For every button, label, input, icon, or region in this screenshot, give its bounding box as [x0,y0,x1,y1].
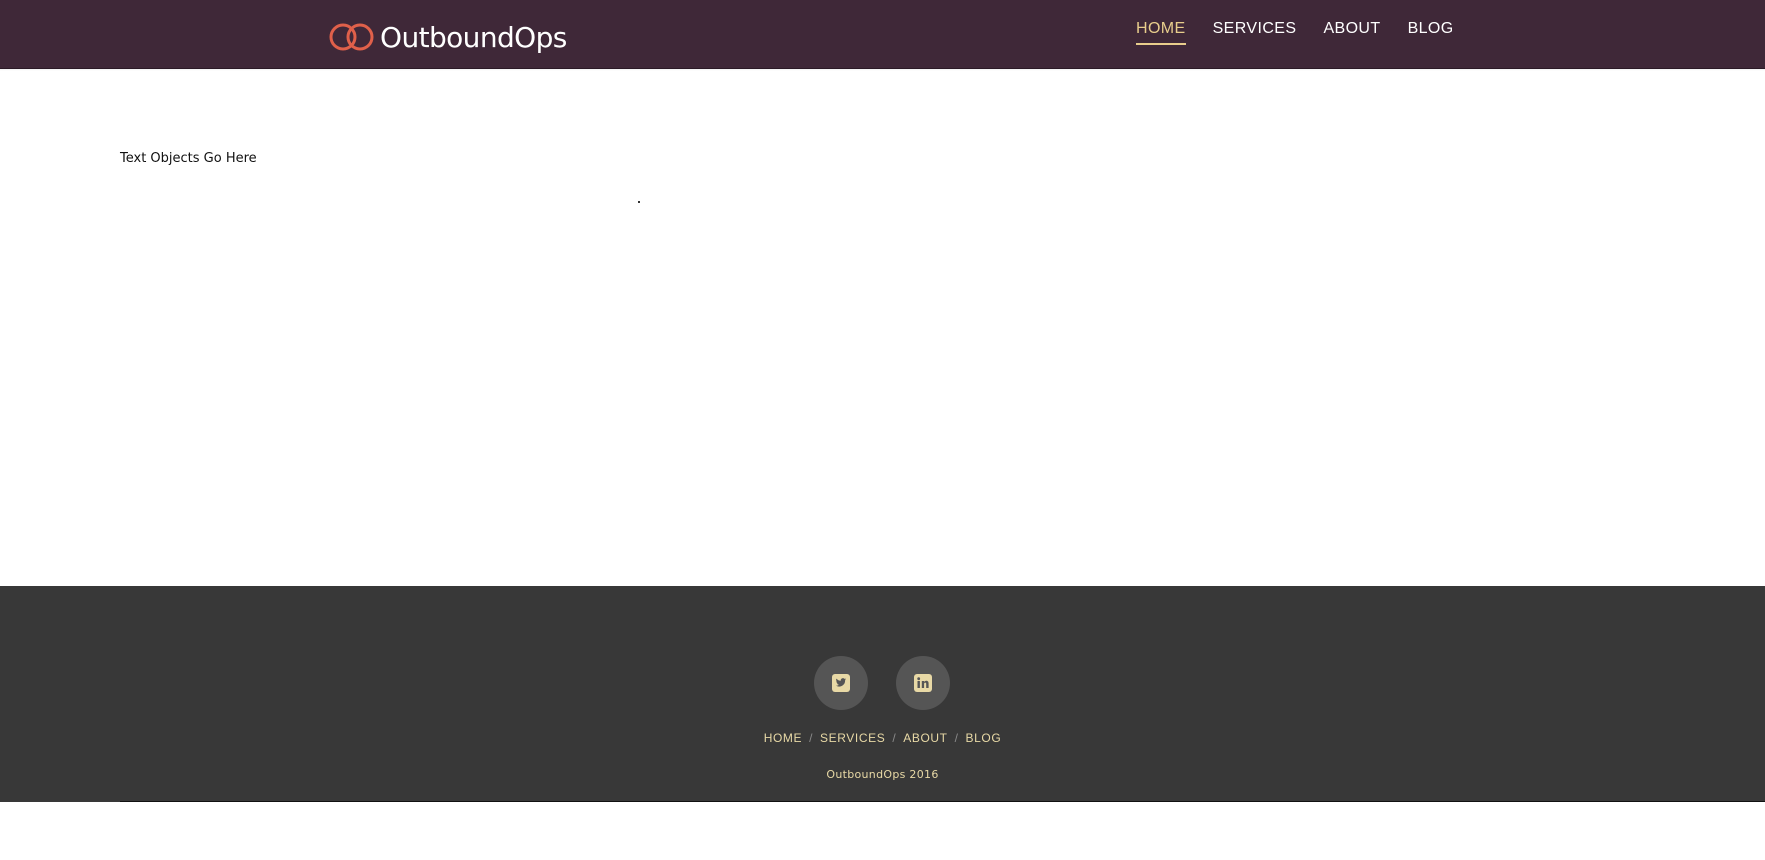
header-shadow [0,68,1765,71]
footer-services-link[interactable]: SERVICES [820,731,885,745]
footer-about-link[interactable]: ABOUT [903,731,947,745]
site-header: OutboundOps HOME SERVICES ABOUT BLOG [0,0,1765,69]
stray-dot [638,201,640,203]
footer-home-link[interactable]: HOME [764,731,802,745]
footer-separator: / [809,731,814,745]
main-placeholder-text: Text Objects Go Here [120,151,257,166]
footer-bottom-border [120,801,1765,802]
footer-separator: / [954,731,959,745]
main-nav: HOME SERVICES ABOUT BLOG [1136,20,1454,45]
brand-name: OutboundOps [380,20,567,54]
copyright-text: OutboundOps 2016 [826,768,939,781]
twitter-icon [832,674,850,692]
nav-home-link[interactable]: HOME [1136,20,1186,45]
footer-blog-link[interactable]: BLOG [966,731,1002,745]
footer-nav: HOME / SERVICES / ABOUT / BLOG [0,731,1765,745]
twitter-button[interactable] [814,656,868,710]
footer-separator: / [892,731,897,745]
nav-about-link[interactable]: ABOUT [1323,20,1380,45]
linkedin-icon [914,674,932,692]
social-links [814,656,950,710]
linkedin-button[interactable] [896,656,950,710]
brand-logo[interactable]: OutboundOps [328,20,567,54]
double-ring-logo-icon [329,23,374,51]
nav-blog-link[interactable]: BLOG [1408,20,1454,45]
nav-services-link[interactable]: SERVICES [1213,20,1297,45]
